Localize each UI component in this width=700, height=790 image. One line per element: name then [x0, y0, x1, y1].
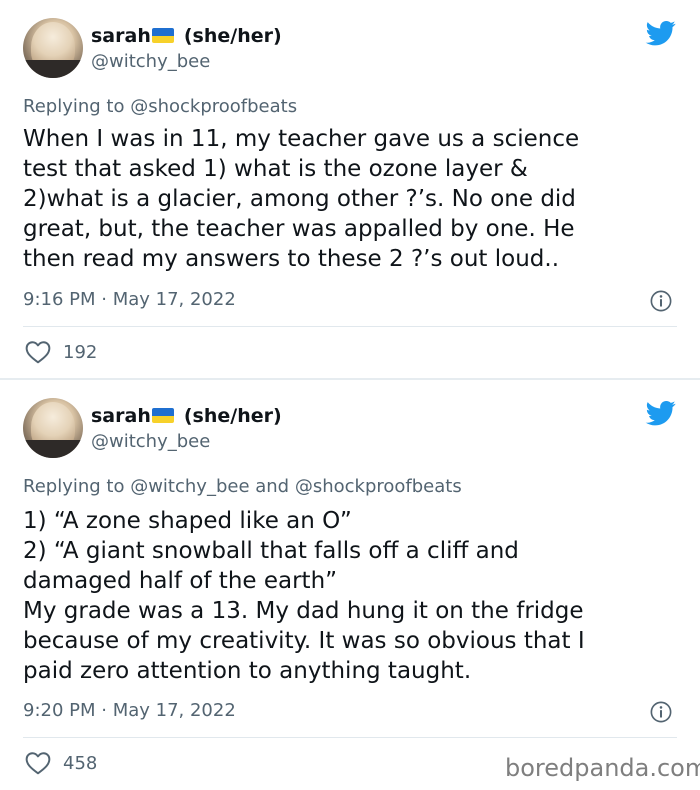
tweet-body-line: damaged half of the earth”	[23, 568, 338, 594]
watermark: boredpanda.com	[505, 754, 700, 782]
tweet-body: When I was in 11, my teacher gave us a s…	[23, 124, 673, 274]
like-count: 192	[63, 341, 98, 363]
tweet-body-line: 2) “A giant snowball that falls off a cl…	[23, 538, 519, 564]
avatar[interactable]	[23, 18, 83, 78]
tweet-body-line: My grade was a 13. My dad hung it on the…	[23, 598, 584, 624]
pronouns: (she/her)	[183, 405, 282, 427]
author-name-line[interactable]: sarah (she/her)	[91, 25, 282, 47]
twitter-bird-icon[interactable]	[644, 398, 678, 428]
tweet-body-line: because of my creativity. It was so obvi…	[23, 628, 585, 654]
ukraine-flag-icon	[151, 28, 174, 43]
tweet-body-line: great, but, the teacher was appalled by …	[23, 216, 575, 242]
like-action[interactable]: 458	[25, 751, 97, 775]
author-handle[interactable]: @witchy_bee	[91, 51, 210, 72]
author-handle[interactable]: @witchy_bee	[91, 431, 210, 452]
tweet-body-line: When I was in 11, my teacher gave us a s…	[23, 126, 580, 152]
display-name: sarah	[91, 25, 151, 47]
avatar[interactable]	[23, 398, 83, 458]
replying-to[interactable]: Replying to @shockproofbeats	[23, 96, 297, 117]
tweet-card: sarah (she/her) @witchy_bee Replying to @…	[0, 0, 700, 378]
info-icon[interactable]	[650, 701, 672, 723]
author-name-line[interactable]: sarah (she/her)	[91, 405, 282, 427]
tweet-body-line: test that asked 1) what is the ozone lay…	[23, 156, 528, 182]
divider	[23, 326, 677, 327]
tweet-body: 1) “A zone shaped like an O” 2) “A giant…	[23, 506, 673, 686]
replying-to[interactable]: Replying to @witchy_bee and @shockproofb…	[23, 476, 462, 497]
divider	[23, 737, 677, 738]
tweet-body-line: 1) “A zone shaped like an O”	[23, 508, 352, 534]
display-name: sarah	[91, 405, 151, 427]
like-count: 458	[63, 752, 98, 774]
info-icon[interactable]	[650, 290, 672, 312]
tweet-card: sarah (she/her) @witchy_bee Replying to @…	[0, 380, 700, 790]
tweet-timestamp[interactable]: 9:16 PM · May 17, 2022	[23, 289, 236, 310]
tweet-body-line: paid zero attention to anything taught.	[23, 658, 472, 684]
tweet-body-line: then read my answers to these 2 ?’s out …	[23, 246, 560, 272]
tweet-timestamp[interactable]: 9:20 PM · May 17, 2022	[23, 700, 236, 721]
heart-icon[interactable]	[25, 340, 51, 364]
heart-icon[interactable]	[25, 751, 51, 775]
pronouns: (she/her)	[183, 25, 282, 47]
like-action[interactable]: 192	[25, 340, 97, 364]
ukraine-flag-icon	[151, 408, 174, 423]
twitter-bird-icon[interactable]	[644, 18, 678, 48]
tweet-body-line: 2)what is a glacier, among other ?’s. No…	[23, 186, 576, 212]
